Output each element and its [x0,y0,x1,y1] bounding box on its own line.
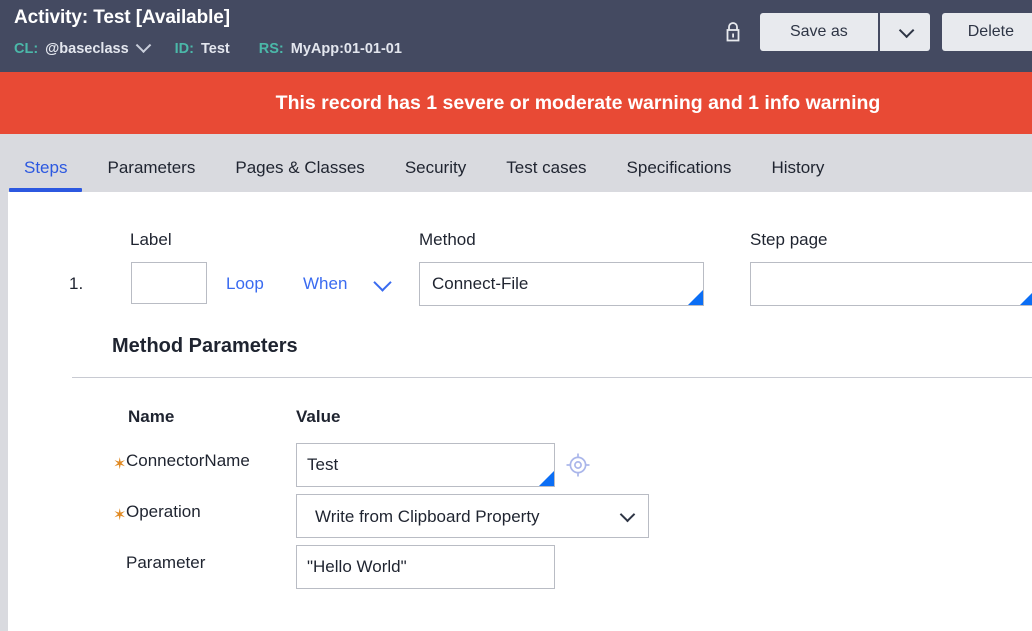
page-title: Activity: Test [Available] [14,7,230,29]
class-value: @baseclass [45,41,129,57]
step-page-input[interactable] [750,262,1032,306]
param-value-wrapper [296,545,555,589]
step-page-field-wrapper [750,262,1032,306]
app-header: Activity: Test [Available] CL: @baseclas… [0,0,1032,72]
param-row: Parameter [8,545,1032,589]
lock-icon[interactable] [722,19,744,45]
page-title-status: [Available] [135,7,230,28]
save-as-split-button: Save as [759,13,930,51]
class-chevron-down-icon[interactable] [135,36,151,53]
tab-steps[interactable]: Steps [4,159,87,192]
id-key-label: ID: [174,41,194,57]
required-marker-icon: ✶ [113,507,127,524]
method-input[interactable] [419,262,704,306]
warning-banner-message: This record has 1 severe or moderate war… [275,91,881,114]
id-value: Test [201,41,230,57]
tab-security[interactable]: Security [385,159,486,192]
ruleset-key-label: RS: [258,41,284,57]
steps-panel: Label Method Step page 1. Loop When Conn… [8,192,1032,631]
required-marker-icon: ✶ [113,456,127,473]
when-link[interactable]: When [303,274,347,294]
save-as-dropdown-button[interactable] [879,13,930,51]
param-name-connectorname: ConnectorName [126,451,250,470]
method-parameters-title: Method Parameters [112,335,298,357]
chevron-down-icon [899,22,915,38]
tab-pages-and-classes[interactable]: Pages & Classes [215,159,384,192]
param-value-wrapper [296,443,555,487]
crosshair-icon[interactable] [564,451,592,479]
param-value-wrapper: Write from Clipboard Property [296,494,649,538]
column-header-step-page: Step page [750,230,828,249]
class-key-label: CL: [14,41,39,57]
tab-test-cases[interactable]: Test cases [486,159,606,192]
param-row: ✶ Operation Write from Clipboard Propert… [8,494,1032,538]
content-area: Label Method Step page 1. Loop When Conn… [0,192,1032,631]
param-row: ✶ ConnectorName [8,443,1032,487]
param-column-header-value: Value [296,407,341,426]
param-name-operation: Operation [126,502,201,521]
operation-select[interactable]: Write from Clipboard Property [296,494,649,538]
method-field-wrapper [419,262,704,306]
column-header-label: Label [130,230,172,249]
tab-parameters[interactable]: Parameters [87,159,215,192]
step-number: 1. [69,274,84,293]
param-name-parameter: Parameter [126,553,206,572]
delete-button[interactable]: Delete [941,13,1032,51]
ruleset-value: MyApp:01-01-01 [290,41,402,57]
param-column-header-name: Name [128,407,175,426]
section-divider [72,377,1032,378]
tab-bar: Steps Parameters Pages & Classes Securit… [0,134,1032,192]
column-header-method: Method [419,230,476,249]
tab-specifications[interactable]: Specifications [607,159,752,192]
save-as-button[interactable]: Save as [759,13,878,51]
header-actions: Save as Delete [722,13,1032,51]
page-title-record-name: Test [93,7,131,28]
step-column-headers: Label Method Step page [8,230,1032,254]
loop-link[interactable]: Loop [226,274,264,294]
step-row: 1. Loop When [8,262,1032,308]
connectorname-input[interactable] [296,443,555,487]
step-label-input[interactable] [131,262,207,304]
activity-editor-window: Activity: Test [Available] CL: @baseclas… [0,0,1032,631]
warning-banner[interactable]: This record has 1 severe or moderate war… [0,72,1032,134]
record-metadata: CL: @baseclass ID: Test RS: MyApp:01-01-… [14,36,409,57]
tab-history[interactable]: History [751,159,844,192]
when-chevron-down-icon[interactable] [373,273,392,292]
page-title-prefix: Activity: [14,7,89,28]
parameter-input[interactable] [296,545,555,589]
